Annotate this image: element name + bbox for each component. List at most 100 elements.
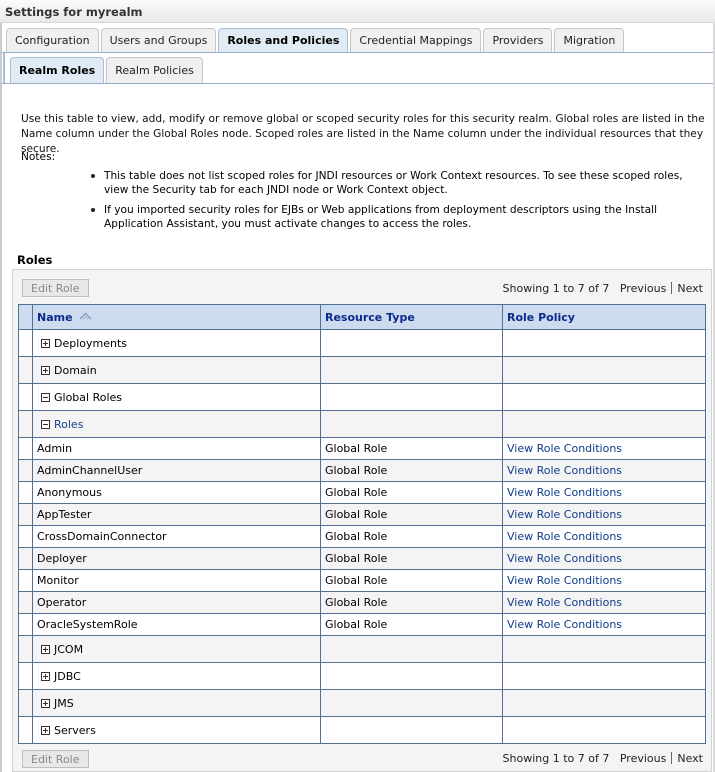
table-row: CrossDomainConnector Global Role View Ro… xyxy=(18,525,706,548)
notes-list: This table does not list scoped roles fo… xyxy=(88,169,688,237)
tree-node-label: Global Roles xyxy=(54,390,123,404)
select-cell xyxy=(18,525,33,548)
notes-label: Notes: xyxy=(21,151,56,163)
select-cell xyxy=(18,437,33,460)
edit-role-button-top[interactable]: Edit Role xyxy=(22,279,89,297)
expand-plus-icon[interactable] xyxy=(41,671,50,681)
select-column-header xyxy=(18,304,33,330)
pager-next-link[interactable]: Next xyxy=(677,752,703,765)
intro-text: Use this table to view, add, modify or r… xyxy=(21,113,705,155)
resource-type: Global Role xyxy=(320,591,503,614)
view-role-conditions-link[interactable]: View Role Conditions xyxy=(507,618,622,631)
tab-providers[interactable]: Providers xyxy=(483,28,553,53)
pager-top: Showing 1 to 7 of 7 Previous Next xyxy=(503,282,703,295)
name-header-label: Name xyxy=(37,310,73,324)
table-row: AppTester Global Role View Role Conditio… xyxy=(18,503,706,526)
collapse-minus-icon[interactable] xyxy=(41,392,50,402)
tree-row-jdbc: JDBC xyxy=(18,662,706,690)
tree-node-label: Domain xyxy=(54,363,97,377)
subtab-realm-policies[interactable]: Realm Policies xyxy=(106,57,203,83)
resource-type: Global Role xyxy=(320,525,503,548)
role-name: OracleSystemRole xyxy=(32,613,321,636)
tree-row-jms: JMS xyxy=(18,689,706,717)
tab-users-and-groups[interactable]: Users and Groups xyxy=(100,28,217,53)
view-role-conditions-link[interactable]: View Role Conditions xyxy=(507,530,622,543)
role-name: AppTester xyxy=(32,503,321,526)
roles-section-title: Roles xyxy=(17,253,53,267)
view-role-conditions-link[interactable]: View Role Conditions xyxy=(507,552,622,565)
view-role-conditions-link[interactable]: View Role Conditions xyxy=(507,442,622,455)
subtab-frame-edge xyxy=(3,53,5,84)
pager-next-link[interactable]: Next xyxy=(677,282,703,295)
resource-type: Global Role xyxy=(320,437,503,460)
select-cell xyxy=(18,356,33,384)
tab-divider xyxy=(2,52,713,53)
tab-roles-and-policies[interactable]: Roles and Policies xyxy=(218,28,349,53)
tree-row-servers: Servers xyxy=(18,716,706,744)
select-cell xyxy=(18,591,33,614)
tab-configuration[interactable]: Configuration xyxy=(6,28,99,53)
tree-row-jcom: JCOM xyxy=(18,635,706,663)
resource-type: Global Role xyxy=(320,503,503,526)
select-cell xyxy=(18,503,33,526)
column-header-resource-type[interactable]: Resource Type xyxy=(320,304,503,330)
pager-previous-link[interactable]: Previous xyxy=(620,752,667,765)
table-row: AdminChannelUser Global Role View Role C… xyxy=(18,459,706,482)
resource-type: Global Role xyxy=(320,613,503,636)
role-name: CrossDomainConnector xyxy=(32,525,321,548)
view-role-conditions-link[interactable]: View Role Conditions xyxy=(507,508,622,521)
role-name: Anonymous xyxy=(32,481,321,504)
select-cell xyxy=(18,459,33,482)
select-cell xyxy=(18,635,33,663)
tree-row-global-roles: Global Roles xyxy=(18,383,706,411)
tree-row-roles: Roles xyxy=(18,410,706,438)
table-header-row: Name Resource Type Role Policy xyxy=(18,304,706,330)
select-cell xyxy=(18,662,33,690)
pager-previous-link[interactable]: Previous xyxy=(620,282,667,295)
tab-credential-mappings[interactable]: Credential Mappings xyxy=(350,28,482,53)
role-name: Admin xyxy=(32,437,321,460)
view-role-conditions-link[interactable]: View Role Conditions xyxy=(507,464,622,477)
role-name: Operator xyxy=(32,591,321,614)
column-header-name[interactable]: Name xyxy=(32,304,321,330)
left-border xyxy=(0,23,2,772)
note-item: If you imported security roles for EJBs … xyxy=(88,203,688,231)
subtab-realm-roles[interactable]: Realm Roles xyxy=(10,57,105,83)
column-header-role-policy[interactable]: Role Policy xyxy=(502,304,706,330)
table-row: Admin Global Role View Role Conditions xyxy=(18,437,706,460)
pager-separator xyxy=(671,752,673,764)
tree-node-label: JMS xyxy=(54,696,74,710)
tree-node-label: JDBC xyxy=(54,669,81,683)
tree-row-domain: Domain xyxy=(18,356,706,384)
table-row: Deployer Global Role View Role Condition… xyxy=(18,547,706,570)
resource-type: Global Role xyxy=(320,547,503,570)
edit-role-button-bottom[interactable]: Edit Role xyxy=(22,750,89,768)
pager-count: Showing 1 to 7 of 7 xyxy=(502,752,610,765)
expand-plus-icon[interactable] xyxy=(41,725,50,735)
roles-table: Name Resource Type Role Policy Deploymen… xyxy=(18,304,706,744)
expand-plus-icon[interactable] xyxy=(41,644,50,654)
sort-ascending-icon[interactable] xyxy=(79,311,92,324)
collapse-minus-icon[interactable] xyxy=(41,419,50,429)
main-tabs: Configuration Users and Groups Roles and… xyxy=(6,28,625,53)
view-role-conditions-link[interactable]: View Role Conditions xyxy=(507,486,622,499)
table-row: Monitor Global Role View Role Conditions xyxy=(18,569,706,592)
select-cell xyxy=(18,329,33,357)
select-cell xyxy=(18,547,33,570)
page-title: Settings for myrealm xyxy=(0,0,715,23)
select-cell xyxy=(18,383,33,411)
view-role-conditions-link[interactable]: View Role Conditions xyxy=(507,596,622,609)
resource-type: Global Role xyxy=(320,459,503,482)
expand-plus-icon[interactable] xyxy=(41,698,50,708)
table-row: Anonymous Global Role View Role Conditio… xyxy=(18,481,706,504)
tree-node-label: Deployments xyxy=(54,336,128,350)
subtab-divider xyxy=(2,83,713,84)
view-role-conditions-link[interactable]: View Role Conditions xyxy=(507,574,622,587)
tab-migration[interactable]: Migration xyxy=(554,28,625,53)
expand-plus-icon[interactable] xyxy=(41,338,50,348)
role-name: Monitor xyxy=(32,569,321,592)
tree-row-deployments: Deployments xyxy=(18,329,706,357)
sub-tabs: Realm Roles Realm Policies xyxy=(10,57,203,83)
expand-plus-icon[interactable] xyxy=(41,365,50,375)
tree-node-label[interactable]: Roles xyxy=(54,418,83,431)
